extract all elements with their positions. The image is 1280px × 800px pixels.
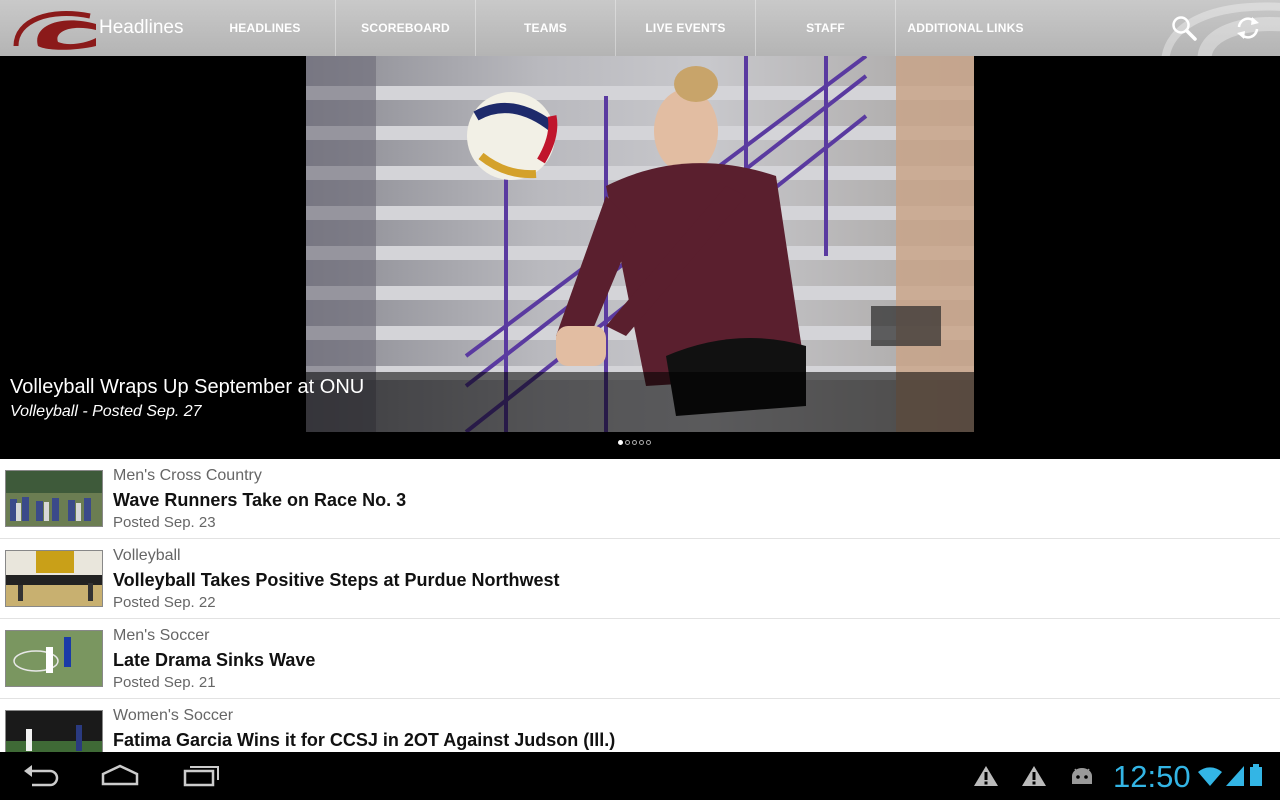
thumbnail-image (5, 630, 103, 687)
app-title[interactable]: Headlines (99, 17, 184, 39)
thumbnail-image (5, 470, 103, 527)
search-icon[interactable] (1170, 14, 1198, 42)
action-bar: Headlines HEADLINES SCOREBOARD TEAMS LIV… (0, 0, 1280, 56)
thumbnail-image (5, 550, 103, 607)
featured-subtitle: Volleyball - Posted Sep. 27 (10, 403, 202, 420)
tab-scoreboard[interactable]: SCOREBOARD (335, 0, 475, 56)
item-title[interactable]: Fatima Garcia Wins it for CCSJ in 2OT Ag… (113, 730, 615, 751)
warning-icon[interactable] (1020, 762, 1048, 790)
item-date: Posted Sep. 22 (113, 594, 216, 611)
back-icon[interactable] (20, 762, 60, 790)
list-item[interactable]: Men's Soccer Late Drama Sinks Wave Poste… (0, 619, 1280, 699)
warning-icon[interactable] (972, 762, 1000, 790)
battery-icon[interactable] (1248, 762, 1264, 790)
nav-tabs: HEADLINES SCOREBOARD TEAMS LIVE EVENTS S… (195, 0, 1035, 56)
thumbnail-image (5, 710, 103, 752)
home-icon[interactable] (100, 762, 140, 790)
tab-additional-links[interactable]: ADDITIONAL LINKS (895, 0, 1035, 56)
list-item[interactable]: Women's Soccer Fatima Garcia Wins it for… (0, 699, 1280, 752)
item-category: Volleyball (113, 547, 181, 564)
status-clock[interactable]: 12:50 (1113, 759, 1191, 795)
pager-dot[interactable] (632, 440, 637, 445)
list-item[interactable]: Men's Cross Country Wave Runners Take on… (0, 459, 1280, 539)
item-category: Men's Cross Country (113, 467, 262, 484)
refresh-icon[interactable] (1234, 14, 1262, 42)
carousel-pager (618, 440, 651, 445)
list-item[interactable]: Volleyball Volleyball Takes Positive Ste… (0, 539, 1280, 619)
item-title[interactable]: Late Drama Sinks Wave (113, 650, 315, 671)
tab-teams[interactable]: TEAMS (475, 0, 615, 56)
featured-carousel[interactable]: Volleyball Wraps Up September at ONU Vol… (0, 56, 1280, 459)
app-logo[interactable] (10, 6, 98, 50)
signal-icon[interactable] (1224, 762, 1246, 790)
system-navigation-bar: 12:50 (0, 752, 1280, 800)
pager-dot[interactable] (639, 440, 644, 445)
tab-headlines[interactable]: HEADLINES (195, 0, 335, 56)
wifi-icon[interactable] (1196, 762, 1224, 790)
pager-dot[interactable] (646, 440, 651, 445)
item-category: Men's Soccer (113, 627, 210, 644)
pager-dot[interactable] (618, 440, 623, 445)
item-date: Posted Sep. 23 (113, 514, 216, 531)
headline-list[interactable]: Men's Cross Country Wave Runners Take on… (0, 459, 1280, 752)
tab-live-events[interactable]: LIVE EVENTS (615, 0, 755, 56)
pager-dot[interactable] (625, 440, 630, 445)
recent-apps-icon[interactable] (181, 762, 221, 790)
item-category: Women's Soccer (113, 707, 234, 724)
featured-title[interactable]: Volleyball Wraps Up September at ONU (10, 376, 364, 399)
tab-staff[interactable]: STAFF (755, 0, 895, 56)
android-debug-icon[interactable] (1068, 762, 1096, 790)
item-title[interactable]: Volleyball Takes Positive Steps at Purdu… (113, 570, 559, 591)
item-date: Posted Sep. 21 (113, 674, 216, 691)
item-title[interactable]: Wave Runners Take on Race No. 3 (113, 490, 406, 511)
